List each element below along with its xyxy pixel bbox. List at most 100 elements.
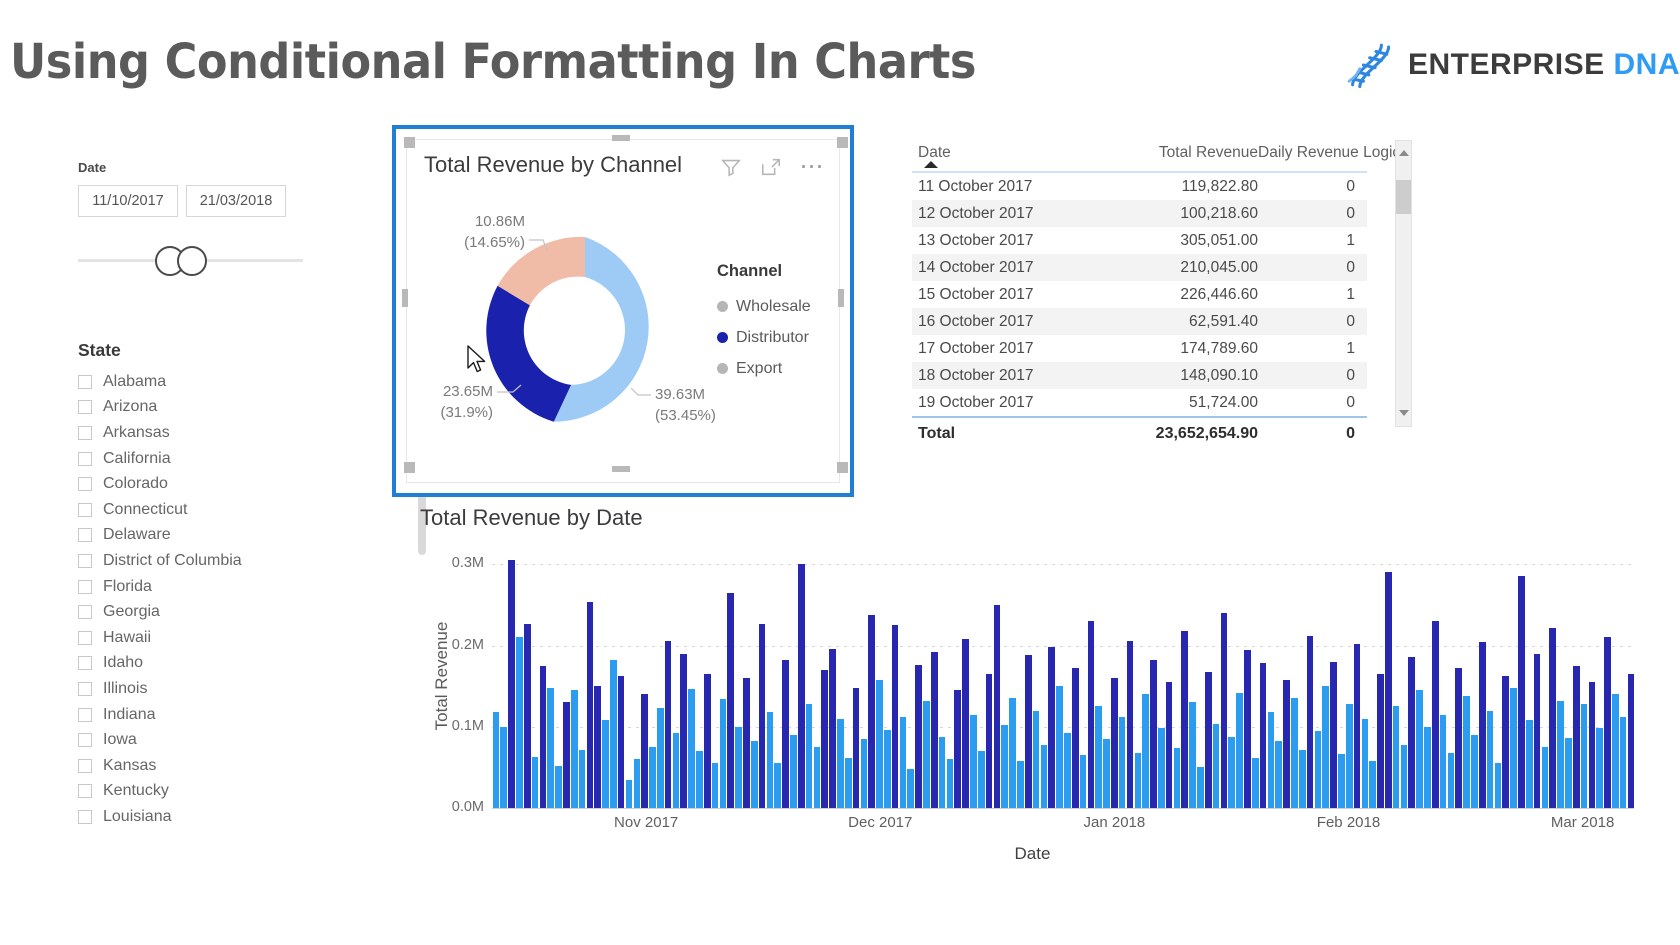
table-header-date[interactable]: Date <box>912 144 1108 162</box>
bar[interactable] <box>1204 671 1212 808</box>
bar[interactable] <box>1580 704 1588 808</box>
state-list-item[interactable]: Hawaii <box>78 625 348 651</box>
date-start-input[interactable]: 11/10/2017 <box>78 185 178 217</box>
bar[interactable] <box>1369 760 1376 808</box>
bar[interactable] <box>649 747 656 808</box>
checkbox-icon[interactable] <box>78 400 92 415</box>
bar[interactable] <box>1251 757 1259 808</box>
bar[interactable] <box>1212 723 1220 808</box>
checkbox-icon[interactable] <box>78 553 92 568</box>
checkbox-icon[interactable] <box>78 707 92 722</box>
checkbox-icon[interactable] <box>78 681 92 696</box>
bar[interactable] <box>1095 705 1102 808</box>
bar[interactable] <box>1549 627 1557 808</box>
bar[interactable] <box>1463 695 1470 808</box>
bar[interactable] <box>633 759 641 808</box>
bar[interactable] <box>1165 682 1173 808</box>
bar[interactable] <box>1134 752 1142 808</box>
state-list-item[interactable]: Iowa <box>78 727 348 753</box>
legend-item-wholesale[interactable]: Wholesale <box>717 291 811 322</box>
bar[interactable] <box>1142 694 1149 808</box>
bar[interactable] <box>625 779 633 808</box>
bar[interactable] <box>852 687 860 808</box>
bar[interactable] <box>1009 698 1016 808</box>
bar[interactable] <box>1565 738 1572 808</box>
bar[interactable] <box>656 708 664 808</box>
bar[interactable] <box>1306 635 1314 808</box>
bar[interactable] <box>1478 642 1486 808</box>
donut-chart-card[interactable]: Total Revenue by Channel ⋯ 10.86M (14.65… <box>392 125 854 497</box>
bar[interactable] <box>1228 736 1236 808</box>
state-list-item[interactable]: Connecticut <box>78 497 348 523</box>
bar[interactable] <box>1455 668 1463 808</box>
bar[interactable] <box>993 604 1001 808</box>
bar[interactable] <box>1267 712 1275 808</box>
bar[interactable] <box>1338 754 1345 808</box>
state-list-item[interactable]: Delaware <box>78 523 348 549</box>
bar[interactable] <box>586 602 594 808</box>
resize-handle-br[interactable] <box>837 462 848 473</box>
date-range-slider[interactable] <box>78 243 303 277</box>
bar[interactable] <box>1001 725 1009 808</box>
bar[interactable] <box>829 648 836 808</box>
bar[interactable] <box>805 704 813 808</box>
bar[interactable] <box>1361 718 1369 808</box>
table-header-row[interactable]: Date Total Revenue Daily Revenue Logic <box>912 137 1400 169</box>
bar[interactable] <box>1275 741 1283 808</box>
table-row[interactable]: 19 October 2017 51,724.00 0 <box>912 389 1367 416</box>
bar[interactable] <box>837 718 844 808</box>
bar[interactable] <box>766 712 774 808</box>
bar[interactable] <box>1032 710 1040 808</box>
bar[interactable] <box>688 689 695 808</box>
bar[interactable] <box>1181 630 1189 808</box>
resize-handle-bm[interactable] <box>612 466 630 472</box>
bar[interactable] <box>891 625 899 808</box>
bar[interactable] <box>1150 660 1157 808</box>
bar[interactable] <box>813 747 821 808</box>
focus-mode-icon[interactable] <box>760 156 782 178</box>
bar[interactable] <box>570 690 578 808</box>
bar[interactable] <box>1189 702 1196 808</box>
state-list-item[interactable]: Florida <box>78 574 348 600</box>
bar[interactable] <box>782 660 789 808</box>
table-row[interactable]: 17 October 2017 174,789.60 1 <box>912 335 1367 362</box>
bar[interactable] <box>1619 717 1627 808</box>
checkbox-icon[interactable] <box>78 809 92 824</box>
bar[interactable] <box>735 726 742 808</box>
bar[interactable] <box>1502 676 1510 808</box>
table-row[interactable]: 18 October 2017 148,090.10 0 <box>912 362 1367 389</box>
bar[interactable] <box>1627 673 1635 808</box>
bar[interactable] <box>1596 728 1603 808</box>
table-row[interactable]: 12 October 2017 100,218.60 0 <box>912 200 1367 227</box>
state-list-item[interactable]: Colorado <box>78 471 348 497</box>
bar[interactable] <box>1525 720 1533 808</box>
checkbox-icon[interactable] <box>78 502 92 517</box>
bar[interactable] <box>985 673 993 808</box>
bar[interactable] <box>946 759 954 808</box>
bar[interactable] <box>938 736 946 808</box>
bar[interactable] <box>1322 686 1330 808</box>
bar[interactable] <box>774 763 782 808</box>
bar[interactable] <box>555 765 562 808</box>
bar[interactable] <box>508 560 515 808</box>
bar[interactable] <box>1040 744 1048 808</box>
slider-handle-end[interactable] <box>177 246 207 276</box>
bar[interactable] <box>1259 663 1267 808</box>
bar[interactable] <box>563 701 570 808</box>
table-header-logic[interactable]: Daily Revenue Logic <box>1258 144 1400 162</box>
checkbox-icon[interactable] <box>78 758 92 773</box>
bar[interactable] <box>930 652 938 808</box>
bar[interactable] <box>1353 643 1361 808</box>
legend-rows[interactable]: Wholesale Distributor Export <box>717 291 811 384</box>
bar[interactable] <box>750 741 758 808</box>
resize-handle-tm[interactable] <box>612 135 630 141</box>
bar[interactable] <box>1314 730 1322 808</box>
bar[interactable] <box>1048 647 1056 808</box>
bar[interactable] <box>1157 728 1165 808</box>
bar[interactable] <box>1118 717 1126 808</box>
resize-handle-tr[interactable] <box>837 137 848 148</box>
checkbox-icon[interactable] <box>78 451 92 466</box>
state-list-item[interactable]: District of Columbia <box>78 548 348 574</box>
filter-icon[interactable] <box>720 156 742 178</box>
donut-slice-distributor[interactable] <box>486 285 572 422</box>
